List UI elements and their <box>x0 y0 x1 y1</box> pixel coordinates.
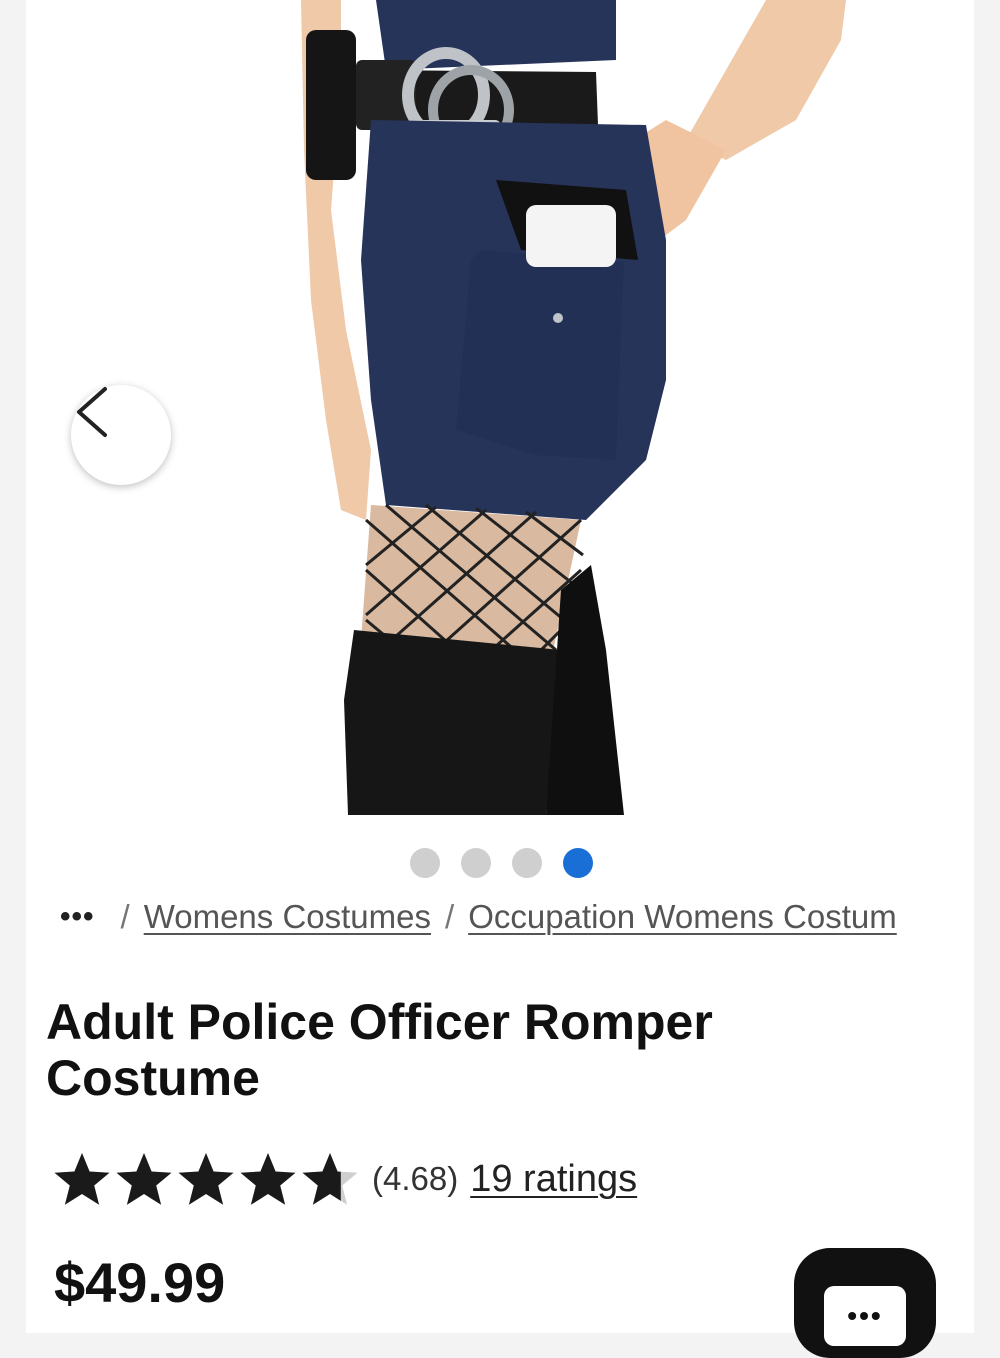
chat-button[interactable]: ••• <box>794 1248 936 1358</box>
breadcrumb-link-womens-costumes[interactable]: Womens Costumes <box>144 898 431 936</box>
star-icon <box>302 1153 358 1205</box>
rating-stars <box>52 1150 360 1208</box>
product-page: ••• / Womens Costumes / Occupation Women… <box>26 0 974 1358</box>
breadcrumb-separator: / <box>445 898 455 935</box>
product-image-carousel[interactable] <box>26 0 974 815</box>
breadcrumb-more-button[interactable]: ••• <box>60 900 95 934</box>
product-rating[interactable]: (4.68) 19 ratings <box>52 1150 637 1208</box>
ratings-link[interactable]: 19 ratings <box>470 1158 637 1201</box>
carousel-dot[interactable] <box>512 848 542 878</box>
star-icon <box>178 1153 234 1205</box>
product-price: $49.99 <box>54 1251 226 1314</box>
carousel-dot[interactable] <box>410 848 440 878</box>
breadcrumb-separator: / <box>120 898 130 935</box>
breadcrumb: ••• / Womens Costumes / Occupation Women… <box>60 898 966 936</box>
product-image <box>301 0 846 815</box>
carousel-dot-active[interactable] <box>563 848 593 878</box>
star-icon <box>116 1153 172 1205</box>
chat-bubble-icon: ••• <box>824 1286 906 1346</box>
star-icon <box>54 1153 110 1205</box>
product-title: Adult Police Officer Romper Costume <box>46 994 713 1106</box>
chevron-left-icon <box>77 387 107 437</box>
carousel-pagination <box>410 848 593 878</box>
carousel-dot[interactable] <box>461 848 491 878</box>
star-icon <box>240 1153 296 1205</box>
previous-image-button[interactable] <box>71 385 171 485</box>
rating-value: (4.68) <box>372 1160 459 1197</box>
breadcrumb-link-occupation[interactable]: Occupation Womens Costum <box>468 898 897 936</box>
